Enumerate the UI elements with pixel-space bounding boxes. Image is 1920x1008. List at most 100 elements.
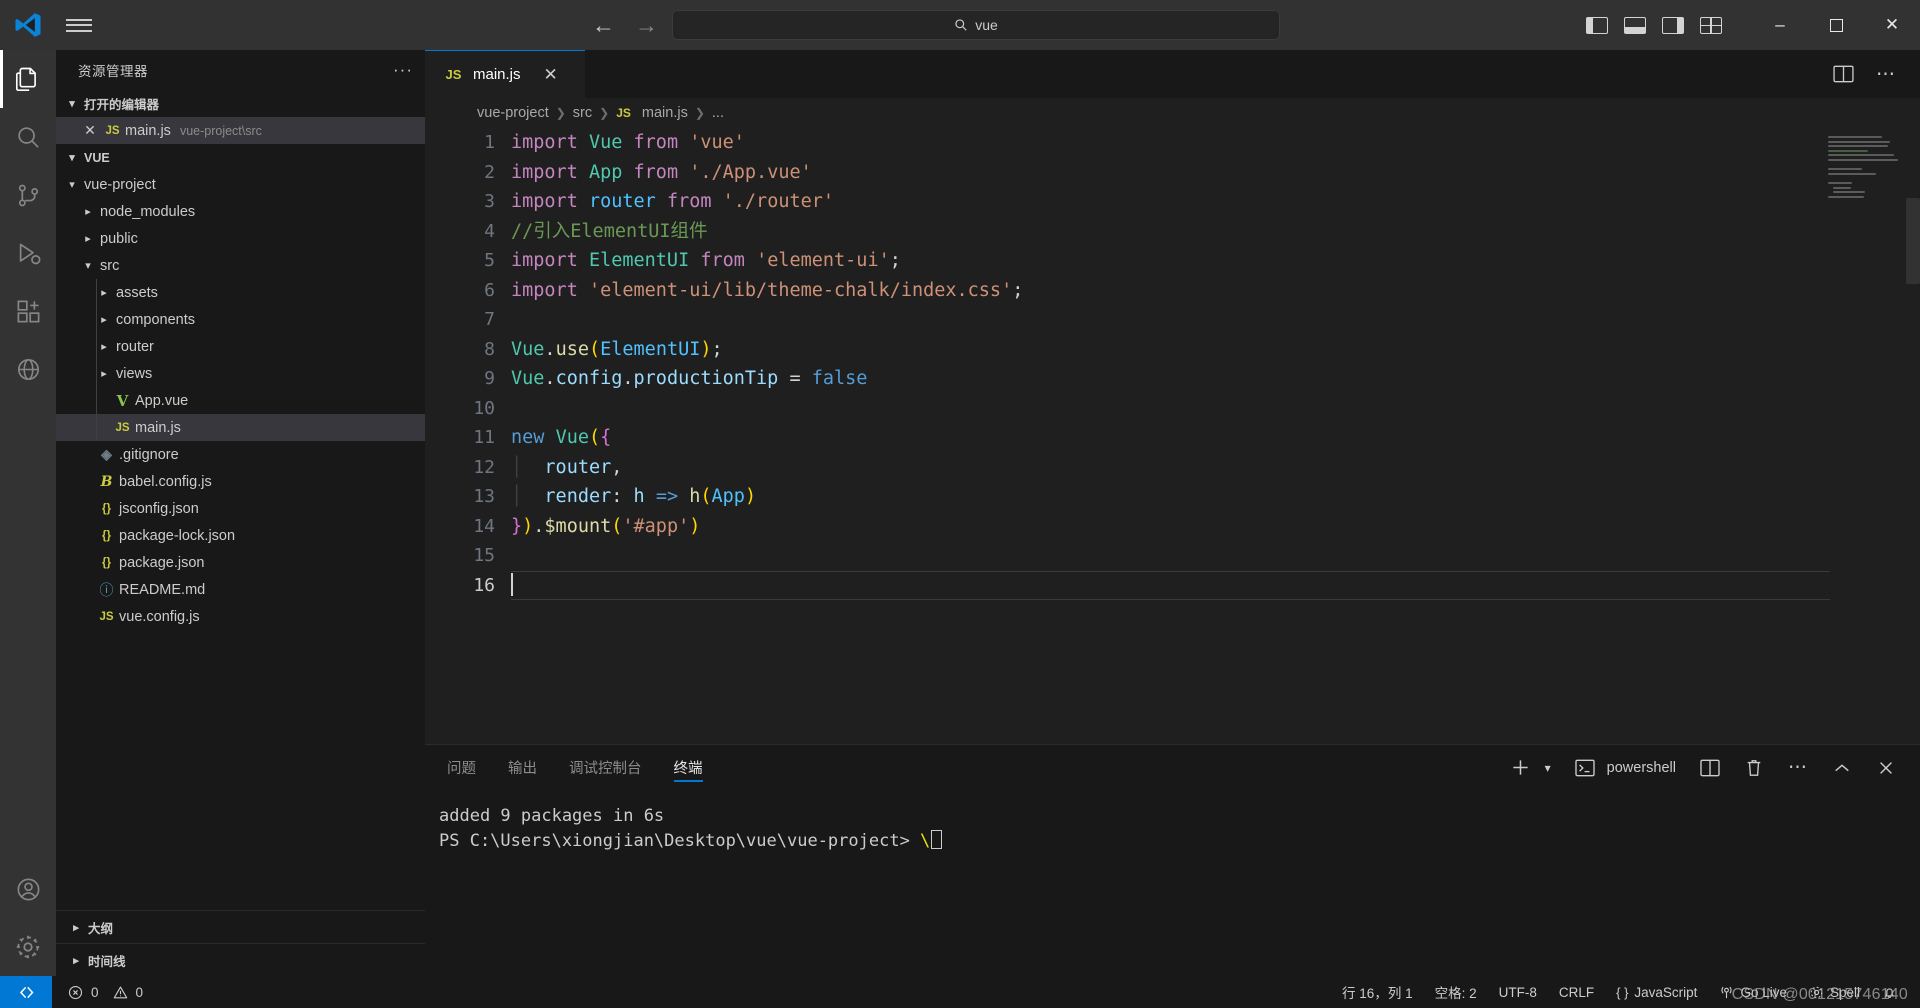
customize-layout-icon[interactable]: [1700, 16, 1722, 34]
minimap[interactable]: [1828, 136, 1898, 200]
breadcrumb-item-1[interactable]: src: [573, 105, 592, 121]
tree-item-package-lock-json[interactable]: {} package-lock.json: [56, 522, 425, 549]
panel-tab-debug-console[interactable]: 调试控制台: [569, 745, 642, 790]
terminal-output[interactable]: added 9 packages in 6s PS C:\Users\xiong…: [425, 790, 1920, 976]
code-line[interactable]: 10: [425, 394, 1920, 424]
code-line[interactable]: 5 import ElementUI from 'element-ui';: [425, 246, 1920, 276]
status-go-live[interactable]: Go Live: [1708, 976, 1798, 1008]
status-cursor-position[interactable]: 行 16，列 1: [1331, 976, 1424, 1008]
tree-item-babel-config-js[interactable]: Bbabel.config.js: [56, 468, 425, 495]
tree-item-assets[interactable]: ▸ assets: [56, 279, 425, 306]
code-line[interactable]: 16: [425, 570, 1920, 601]
tree-item-package-json[interactable]: {} package.json: [56, 549, 425, 576]
line-content[interactable]: [497, 571, 513, 601]
tree-item-vue-project[interactable]: ▾ vue-project: [56, 171, 425, 198]
arrow-right-icon[interactable]: →: [635, 13, 658, 37]
tab-main-js[interactable]: JS main.js ✕: [425, 50, 585, 98]
section-outline[interactable]: ▸ 大纲: [56, 910, 425, 943]
trash-icon[interactable]: [1738, 752, 1770, 784]
line-content[interactable]: }).$mount('#app'): [497, 512, 700, 542]
terminal-shell-label[interactable]: powershell: [1601, 752, 1682, 784]
command-center-search-input[interactable]: vue: [672, 10, 1280, 40]
panel-tab-problems[interactable]: 问题: [447, 745, 476, 790]
status-encoding[interactable]: UTF-8: [1488, 976, 1548, 1008]
line-content[interactable]: import router from './router': [497, 187, 834, 217]
close-button[interactable]: ✕: [1864, 0, 1920, 50]
line-content[interactable]: │ router,: [497, 453, 622, 483]
tree-item-readme-md[interactable]: ⓘ README.md: [56, 576, 425, 603]
tree-item-gitignore[interactable]: ◈ .gitignore: [56, 441, 425, 468]
open-editor-item-main-js[interactable]: ✕ JS main.js vue-project\src: [56, 117, 425, 144]
activitybar-item-accounts[interactable]: [0, 860, 56, 918]
code-line[interactable]: 11 new Vue({: [425, 423, 1920, 453]
chevron-right-icon[interactable]: ▸: [96, 367, 112, 380]
chevron-down-icon[interactable]: ▾: [64, 178, 80, 191]
tree-item-views[interactable]: ▸ views: [56, 360, 425, 387]
chevron-right-icon[interactable]: ▸: [80, 205, 96, 218]
code-line[interactable]: 8 Vue.use(ElementUI);: [425, 335, 1920, 365]
line-content[interactable]: Vue.use(ElementUI);: [497, 335, 723, 365]
more-actions-icon[interactable]: ⋯: [1782, 752, 1814, 784]
activitybar-item-explorer[interactable]: [0, 50, 56, 108]
panel-tab-output[interactable]: 输出: [508, 745, 537, 790]
status-language-mode[interactable]: { } JavaScript: [1605, 976, 1708, 1008]
status-notifications[interactable]: [1871, 976, 1908, 1008]
chevron-down-icon[interactable]: ▾: [1537, 752, 1559, 784]
breadcrumb-item-2[interactable]: main.js: [642, 105, 688, 121]
tree-item-router[interactable]: ▸ router: [56, 333, 425, 360]
toggle-secondary-sidebar-icon[interactable]: [1662, 16, 1684, 34]
close-icon[interactable]: [1870, 752, 1902, 784]
chevron-down-icon[interactable]: ▾: [80, 259, 96, 272]
code-line[interactable]: 12 │ router,: [425, 453, 1920, 483]
status-spell-checker[interactable]: Spell: [1798, 976, 1871, 1008]
activitybar-item-run-and-debug[interactable]: [0, 224, 56, 282]
line-content[interactable]: │ render: h => h(App): [497, 482, 756, 512]
arrow-left-icon[interactable]: ←: [592, 13, 615, 37]
line-content[interactable]: import App from './App.vue': [497, 158, 812, 188]
activitybar-item-search[interactable]: [0, 108, 56, 166]
activitybar-item-extensions[interactable]: [0, 282, 56, 340]
status-eol[interactable]: CRLF: [1548, 976, 1605, 1008]
code-line[interactable]: 14}).$mount('#app'): [425, 512, 1920, 542]
panel-tab-terminal[interactable]: 终端: [673, 745, 703, 790]
close-icon[interactable]: ✕: [544, 65, 558, 85]
chevron-right-icon[interactable]: ▸: [96, 313, 112, 326]
toggle-panel-icon[interactable]: [1624, 16, 1646, 34]
tree-item-main-js[interactable]: JS main.js: [56, 414, 425, 441]
code-editor[interactable]: 1 import Vue from 'vue' 2 import App from '…: [425, 128, 1920, 744]
code-line[interactable]: 9 Vue.config.productionTip = false: [425, 364, 1920, 394]
line-content[interactable]: new Vue({: [497, 423, 611, 453]
section-open-editors[interactable]: ▾ 打开的编辑器: [56, 90, 425, 117]
code-lines[interactable]: 1 import Vue from 'vue' 2 import App from '…: [425, 128, 1920, 600]
tree-item-node-modules[interactable]: ▸ node_modules: [56, 198, 425, 225]
activitybar-item-settings[interactable]: [0, 918, 56, 976]
code-line[interactable]: 13 │ render: h => h(App): [425, 482, 1920, 512]
code-line[interactable]: 6 import 'element-ui/lib/theme-chalk/inde…: [425, 276, 1920, 306]
line-content[interactable]: import ElementUI from 'element-ui';: [497, 246, 901, 276]
section-workspace[interactable]: ▾ VUE: [56, 144, 425, 171]
tree-item-app-vue[interactable]: V App.vue: [56, 387, 425, 414]
chevron-right-icon[interactable]: ▸: [96, 286, 112, 299]
activitybar-item-remote-explorer[interactable]: [0, 340, 56, 398]
editor-vertical-scrollbar[interactable]: [1906, 198, 1920, 284]
split-terminal-icon[interactable]: [1694, 752, 1726, 784]
code-line[interactable]: 3 import router from './router': [425, 187, 1920, 217]
code-line[interactable]: 15: [425, 541, 1920, 571]
more-actions-icon[interactable]: ···: [393, 60, 413, 80]
tree-item-src[interactable]: ▾ src: [56, 252, 425, 279]
toggle-primary-sidebar-icon[interactable]: [1586, 16, 1608, 34]
activitybar-item-source-control[interactable]: [0, 166, 56, 224]
status-problems[interactable]: 0 0: [52, 985, 143, 1000]
line-content[interactable]: import 'element-ui/lib/theme-chalk/index…: [497, 276, 1023, 306]
more-actions-icon[interactable]: ⋯: [1876, 63, 1896, 86]
tree-item-jsconfig-json[interactable]: {} jsconfig.json: [56, 495, 425, 522]
tree-item-public[interactable]: ▸ public: [56, 225, 425, 252]
terminal-icon[interactable]: [1569, 752, 1601, 784]
code-line[interactable]: 1 import Vue from 'vue': [425, 128, 1920, 158]
status-indentation[interactable]: 空格: 2: [1424, 976, 1488, 1008]
tree-item-components[interactable]: ▸ components: [56, 306, 425, 333]
line-content[interactable]: import Vue from 'vue': [497, 128, 745, 158]
hamburger-menu-icon[interactable]: [56, 0, 102, 50]
line-content[interactable]: Vue.config.productionTip = false: [497, 364, 867, 394]
close-icon[interactable]: ✕: [78, 122, 102, 139]
